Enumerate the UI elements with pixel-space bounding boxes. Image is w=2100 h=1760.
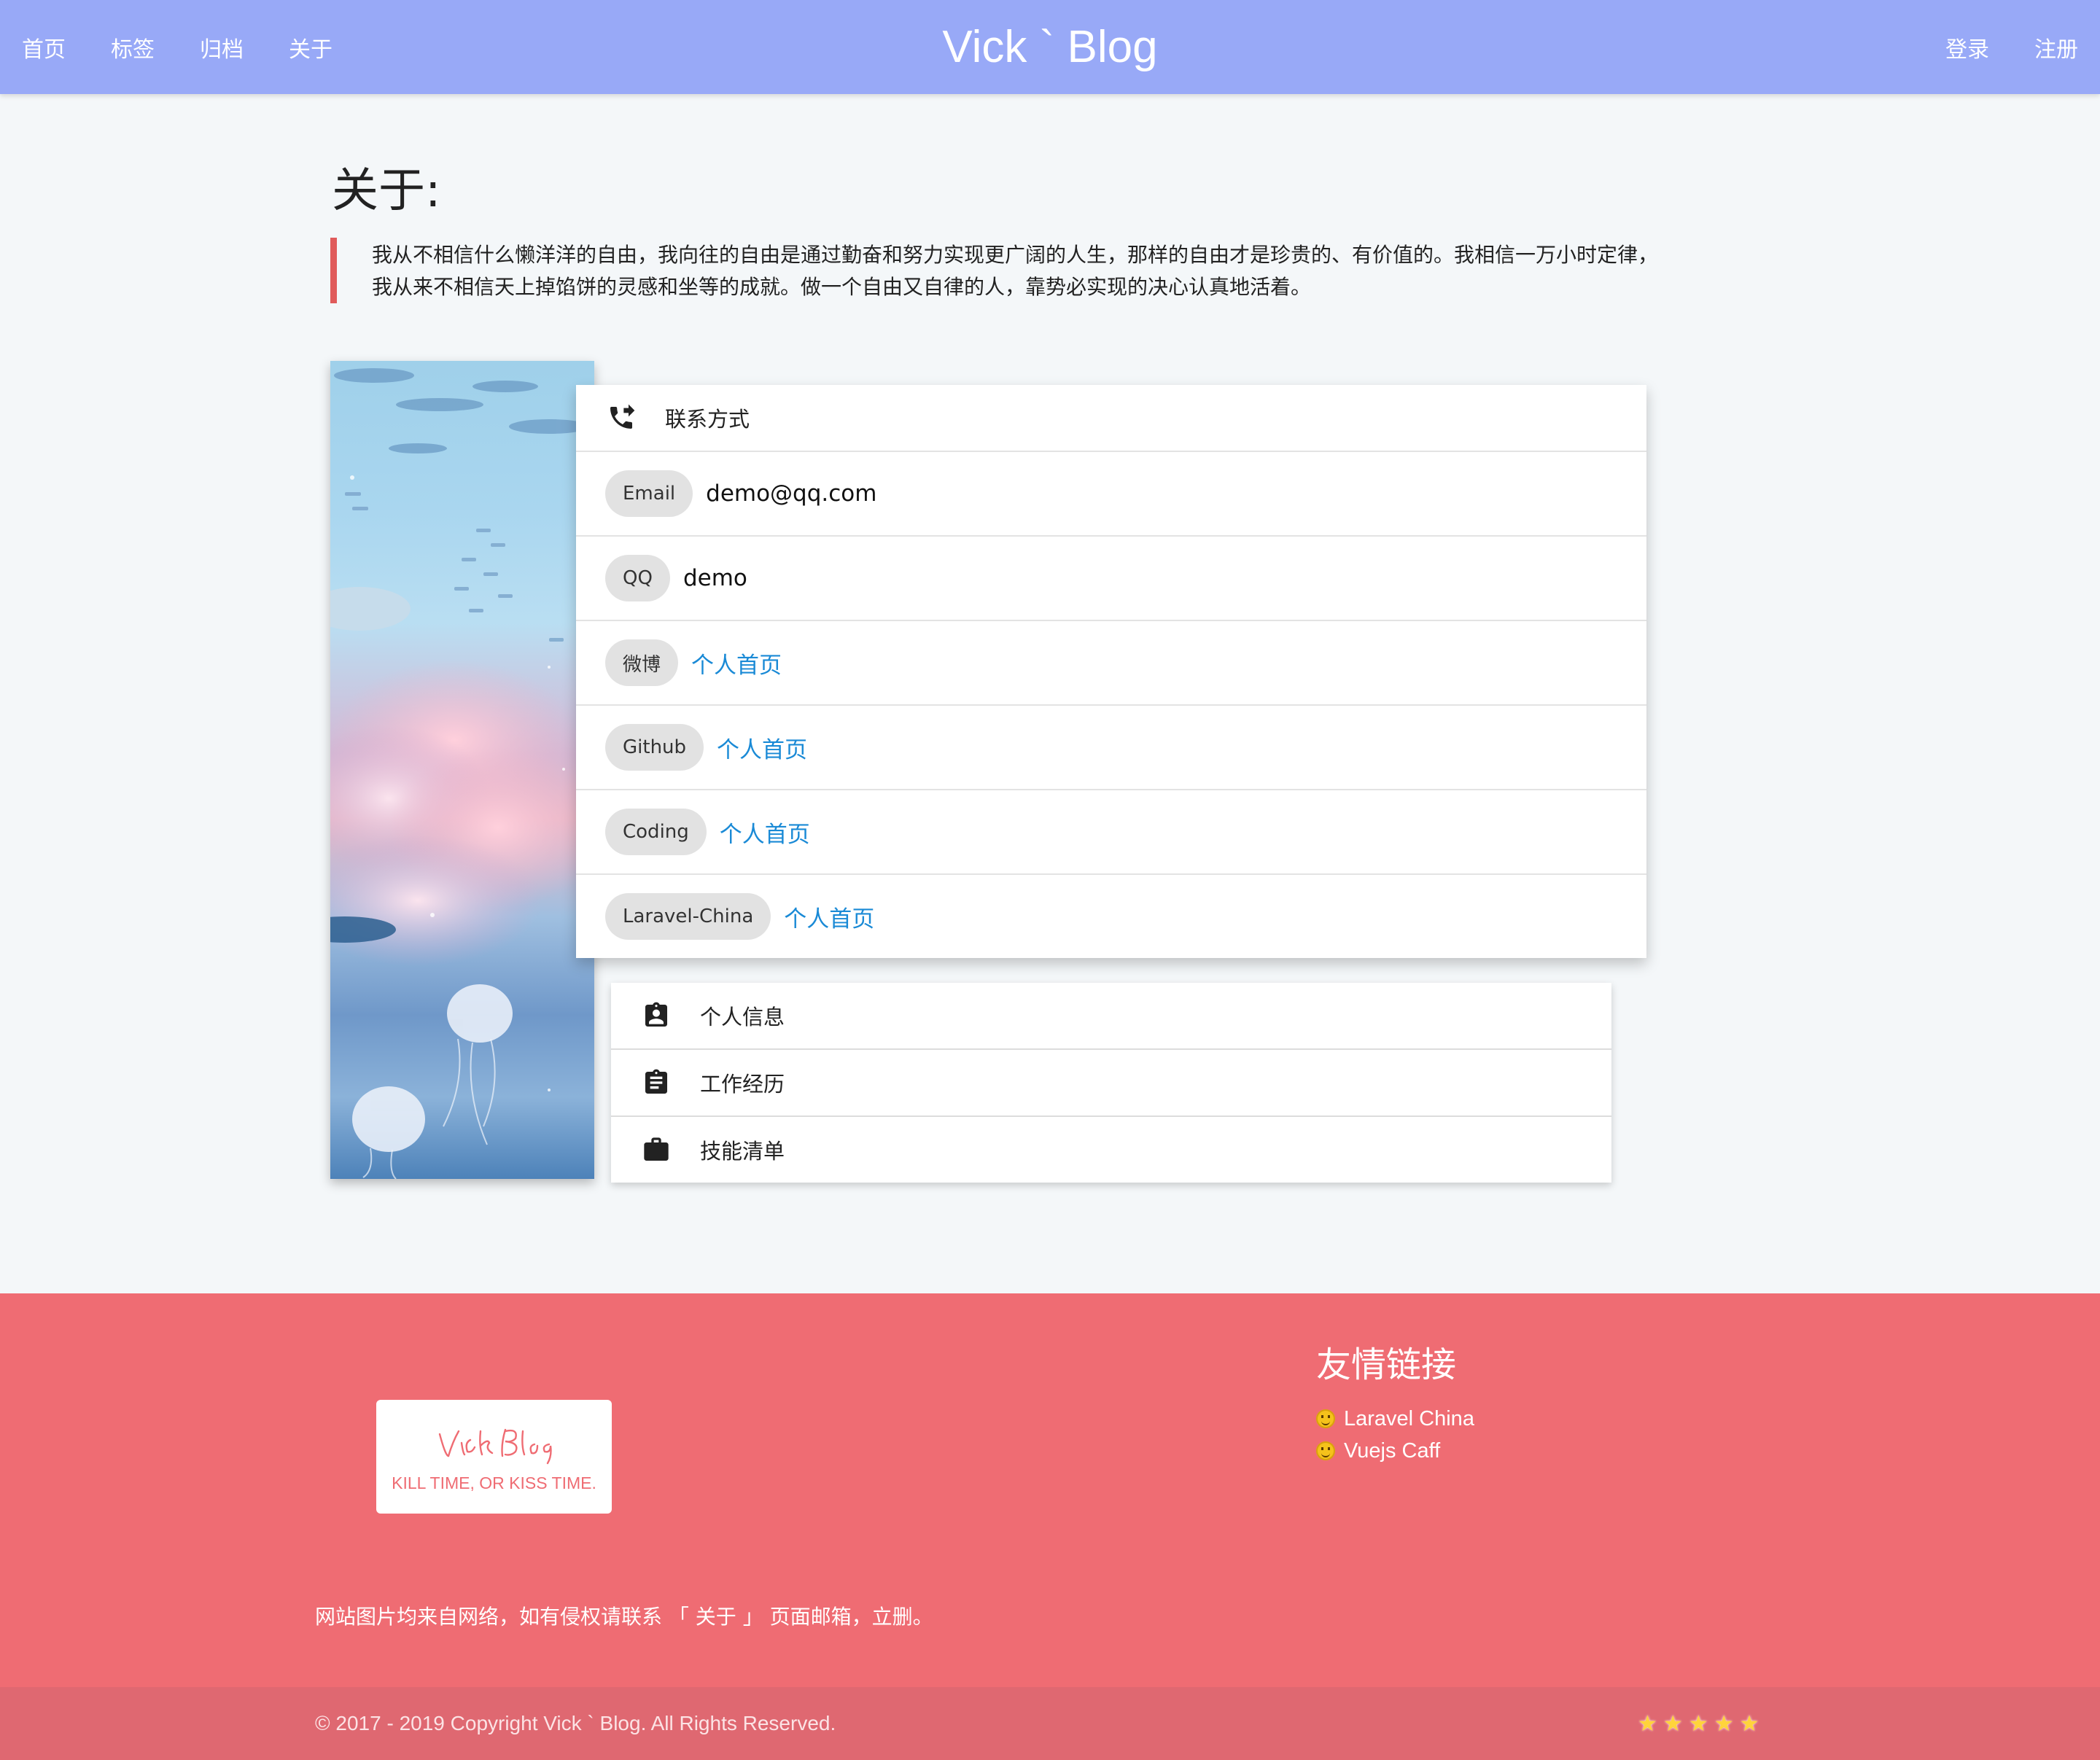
contact-card-icon — [640, 1000, 672, 1032]
laravel-china-chip: Laravel-China — [605, 893, 771, 940]
qq-chip: QQ — [605, 555, 670, 601]
footer-logo[interactable]: KILL TIME, OR KISS TIME. — [376, 1400, 612, 1514]
contact-title: 联系方式 — [665, 407, 750, 432]
logo-tagline: KILL TIME, OR KISS TIME. — [392, 1473, 596, 1492]
phone-forwarded-icon — [605, 402, 637, 434]
contact-row-weibo: 微博 个人首页 — [576, 621, 1646, 706]
star-icon: ★ — [1714, 1710, 1734, 1737]
site-brand[interactable]: Vick ` Blog — [0, 0, 2100, 94]
section-label: 个人信息 — [700, 1005, 785, 1029]
footer: KILL TIME, OR KISS TIME. 友情链接 Laravel Ch… — [0, 1293, 2100, 1687]
contact-row-github: Github 个人首页 — [576, 706, 1646, 790]
contact-card: 联系方式 Email demo@qq.com QQ demo 微博 个人首页 G… — [576, 385, 1646, 958]
logo-signature — [438, 1428, 552, 1464]
about-quote: 我从不相信什么懒洋洋的自由，我向往的自由是通过勤奋和努力实现更广阔的人生，那样的… — [330, 238, 1794, 303]
footer-bottom-bar: © 2017 - 2019 Copyright Vick ` Blog. All… — [0, 1687, 2100, 1760]
clipboard-icon — [640, 1067, 672, 1099]
friend-link-laravel-china[interactable]: Laravel China — [1316, 1403, 1474, 1435]
nav-right: 登录 注册 — [1900, 0, 2078, 94]
github-chip: Github — [605, 724, 704, 771]
contact-row-laravel-china: Laravel-China 个人首页 — [576, 875, 1646, 958]
friend-link-label: Laravel China — [1344, 1407, 1474, 1430]
contact-header[interactable]: 联系方式 — [576, 385, 1646, 452]
footer-disclaimer: 网站图片均来自网络，如有侵权请联系 「 关于 」 页面邮箱，立删。 — [315, 1605, 933, 1629]
coding-chip: Coding — [605, 809, 707, 855]
friend-link-vuejs-caff[interactable]: Vuejs Caff — [1316, 1435, 1474, 1467]
star-icon: ★ — [1638, 1710, 1657, 1737]
friend-link-label: Vuejs Caff — [1344, 1439, 1441, 1463]
contact-row-email: Email demo@qq.com — [576, 452, 1646, 537]
section-label: 工作经历 — [700, 1072, 785, 1097]
laravel-china-link[interactable]: 个人首页 — [784, 900, 874, 933]
smile-emoji-icon — [1316, 1409, 1335, 1428]
qq-value: demo — [682, 565, 747, 591]
section-skills[interactable]: 技能清单 — [611, 1117, 1611, 1183]
wink-emoji-icon — [1316, 1441, 1335, 1460]
coding-link[interactable]: 个人首页 — [720, 816, 810, 849]
briefcase-icon — [640, 1134, 672, 1166]
quote-line-1: 我从不相信什么懒洋洋的自由，我向往的自由是通过勤奋和努力实现更广阔的人生，那样的… — [372, 243, 1659, 267]
contact-row-coding: Coding 个人首页 — [576, 790, 1646, 875]
section-label: 技能清单 — [700, 1139, 785, 1164]
quote-line-2: 我从来不相信天上掉馅饼的灵感和坐等的成就。做一个自由又自律的人，靠势必实现的决心… — [372, 275, 1312, 299]
friend-links: 友情链接 Laravel China Vuejs Caff — [1316, 1336, 1474, 1467]
star-icon: ★ — [1662, 1710, 1683, 1737]
register-link[interactable]: 注册 — [2034, 31, 2078, 63]
login-link[interactable]: 登录 — [1945, 31, 1989, 63]
page-title: 关于: — [332, 164, 441, 218]
about-illustration — [330, 361, 594, 1179]
section-work-experience[interactable]: 工作经历 — [611, 1050, 1611, 1117]
section-personal-info[interactable]: 个人信息 — [611, 983, 1611, 1050]
about-sections: 个人信息 工作经历 技能清单 — [611, 983, 1611, 1183]
contact-row-qq: QQ demo — [576, 537, 1646, 621]
friends-title: 友情链接 — [1316, 1344, 1457, 1385]
email-value: demo@qq.com — [706, 480, 877, 507]
weibo-link[interactable]: 个人首页 — [691, 647, 782, 680]
top-navbar: 首页 标签 归档 关于 Vick ` Blog 登录 注册 — [0, 0, 2100, 94]
illustration-art — [330, 368, 594, 1179]
star-icon: ★ — [1739, 1710, 1759, 1737]
footer-stars: ★ ★ ★ ★ ★ — [1638, 1687, 1765, 1760]
copyright-text: © 2017 - 2019 Copyright Vick ` Blog. All… — [315, 1712, 836, 1734]
weibo-chip: 微博 — [605, 639, 679, 686]
github-link[interactable]: 个人首页 — [717, 731, 807, 764]
email-chip: Email — [605, 470, 693, 517]
star-icon: ★ — [1688, 1710, 1708, 1737]
